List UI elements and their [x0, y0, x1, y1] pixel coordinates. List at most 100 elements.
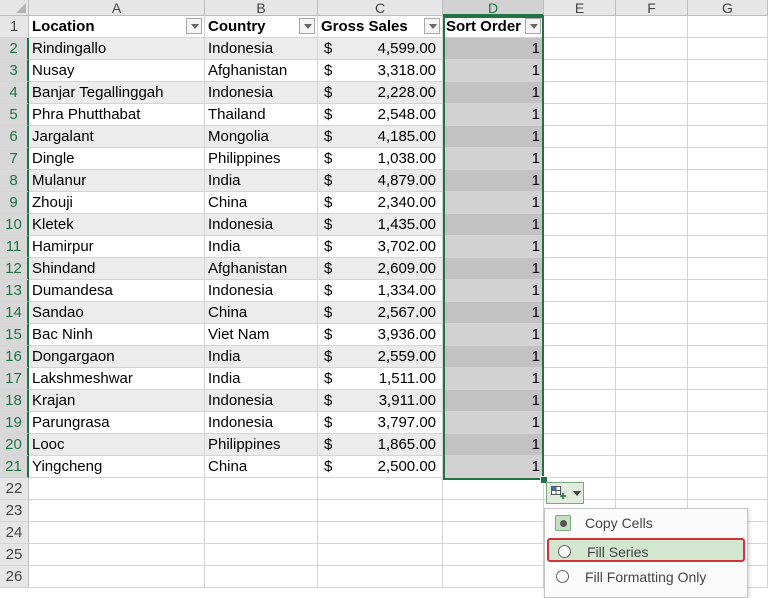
cell-country[interactable]: Afghanistan	[205, 258, 318, 280]
cell-empty[interactable]	[544, 60, 616, 82]
cell-sort-order[interactable]: 1	[443, 82, 544, 104]
cell-empty[interactable]	[443, 500, 544, 522]
cell-empty[interactable]	[616, 280, 688, 302]
column-header-c[interactable]: C	[318, 0, 443, 16]
cell-country[interactable]: Viet Nam	[205, 324, 318, 346]
cell-empty[interactable]	[616, 346, 688, 368]
cell-country[interactable]: India	[205, 346, 318, 368]
cell-sort-order[interactable]: 1	[443, 412, 544, 434]
cell-empty[interactable]	[688, 434, 768, 456]
cell-empty[interactable]	[616, 60, 688, 82]
cell-gross-sales[interactable]: $3,702.00	[318, 236, 443, 258]
cell-sort-order[interactable]: 1	[443, 170, 544, 192]
cell-country[interactable]: Afghanistan	[205, 60, 318, 82]
cell-empty[interactable]	[544, 104, 616, 126]
row-header[interactable]: 26	[0, 566, 29, 588]
cell-sort-order[interactable]: 1	[443, 104, 544, 126]
cell-empty[interactable]	[688, 346, 768, 368]
cell-empty[interactable]	[616, 192, 688, 214]
cell-gross-sales[interactable]: $2,500.00	[318, 456, 443, 478]
cell-empty[interactable]	[443, 566, 544, 588]
cell-gross-sales[interactable]: $1,865.00	[318, 434, 443, 456]
cell-country[interactable]: Indonesia	[205, 390, 318, 412]
cell-sort-order[interactable]: 1	[443, 280, 544, 302]
row-header[interactable]: 24	[0, 522, 29, 544]
menu-item-fill-formatting-only[interactable]: Fill Formatting Only	[547, 565, 745, 589]
cell-empty[interactable]	[688, 390, 768, 412]
cell-empty[interactable]	[29, 478, 205, 500]
row-header[interactable]: 25	[0, 544, 29, 566]
cell-location[interactable]: Banjar Tegallinggah	[29, 82, 205, 104]
header-gross-sales[interactable]: Gross Sales	[318, 16, 443, 38]
cell-gross-sales[interactable]: $2,228.00	[318, 82, 443, 104]
cell-sort-order[interactable]: 1	[443, 38, 544, 60]
cell-empty[interactable]	[688, 82, 768, 104]
column-header-b[interactable]: B	[205, 0, 318, 16]
cell-empty[interactable]	[688, 324, 768, 346]
row-header[interactable]: 14	[0, 302, 29, 324]
cell-sort-order[interactable]: 1	[443, 148, 544, 170]
cell-gross-sales[interactable]: $2,609.00	[318, 258, 443, 280]
cell-sort-order[interactable]: 1	[443, 192, 544, 214]
cell-empty[interactable]	[688, 60, 768, 82]
cell-empty[interactable]	[29, 544, 205, 566]
cell-country[interactable]: Indonesia	[205, 280, 318, 302]
column-header-e[interactable]: E	[544, 0, 616, 16]
row-header[interactable]: 21	[0, 456, 29, 478]
cell-empty[interactable]	[29, 566, 205, 588]
cell-location[interactable]: Hamirpur	[29, 236, 205, 258]
cell-empty[interactable]	[544, 82, 616, 104]
row-header[interactable]: 16	[0, 346, 29, 368]
cell-empty[interactable]	[688, 302, 768, 324]
cell-gross-sales[interactable]: $4,599.00	[318, 38, 443, 60]
cell-sort-order[interactable]: 1	[443, 324, 544, 346]
cell-empty[interactable]	[616, 148, 688, 170]
cell-location[interactable]: Parungrasa	[29, 412, 205, 434]
cell-empty[interactable]	[688, 412, 768, 434]
cell-sort-order[interactable]: 1	[443, 60, 544, 82]
cell-empty[interactable]	[318, 544, 443, 566]
cell-sort-order[interactable]: 1	[443, 258, 544, 280]
cell-empty[interactable]	[29, 522, 205, 544]
filter-dropdown-icon[interactable]	[525, 18, 541, 34]
cell-gross-sales[interactable]: $3,936.00	[318, 324, 443, 346]
cell-country[interactable]: Indonesia	[205, 412, 318, 434]
cell-empty[interactable]	[688, 478, 768, 500]
auto-fill-options-button[interactable]	[546, 482, 584, 504]
cell-empty[interactable]	[616, 478, 688, 500]
column-header-f[interactable]: F	[616, 0, 688, 16]
cell-gross-sales[interactable]: $2,548.00	[318, 104, 443, 126]
cell-empty[interactable]	[688, 280, 768, 302]
cell-country[interactable]: Indonesia	[205, 38, 318, 60]
cell-location[interactable]: Phra Phutthabat	[29, 104, 205, 126]
cell-empty[interactable]	[544, 38, 616, 60]
cell-empty[interactable]	[616, 82, 688, 104]
cell-empty[interactable]	[205, 566, 318, 588]
cell-country[interactable]: India	[205, 368, 318, 390]
cell-empty[interactable]	[544, 258, 616, 280]
cell-empty[interactable]	[544, 280, 616, 302]
cell-location[interactable]: Dingle	[29, 148, 205, 170]
cell-empty[interactable]	[616, 16, 688, 38]
cell-country[interactable]: Philippines	[205, 434, 318, 456]
row-header[interactable]: 10	[0, 214, 29, 236]
cell-location[interactable]: Dumandesa	[29, 280, 205, 302]
row-header[interactable]: 13	[0, 280, 29, 302]
header-country[interactable]: Country	[205, 16, 318, 38]
cell-empty[interactable]	[443, 478, 544, 500]
cell-empty[interactable]	[688, 368, 768, 390]
cell-location[interactable]: Bac Ninh	[29, 324, 205, 346]
cell-empty[interactable]	[616, 434, 688, 456]
row-header[interactable]: 4	[0, 82, 29, 104]
cell-gross-sales[interactable]: $1,511.00	[318, 368, 443, 390]
cell-sort-order[interactable]: 1	[443, 390, 544, 412]
cell-empty[interactable]	[616, 126, 688, 148]
cell-empty[interactable]	[544, 170, 616, 192]
cell-empty[interactable]	[318, 500, 443, 522]
cell-empty[interactable]	[544, 390, 616, 412]
cell-location[interactable]: Lakshmeshwar	[29, 368, 205, 390]
cell-country[interactable]: China	[205, 192, 318, 214]
cell-location[interactable]: Dongargaon	[29, 346, 205, 368]
cell-country[interactable]: Philippines	[205, 148, 318, 170]
cell-empty[interactable]	[544, 346, 616, 368]
